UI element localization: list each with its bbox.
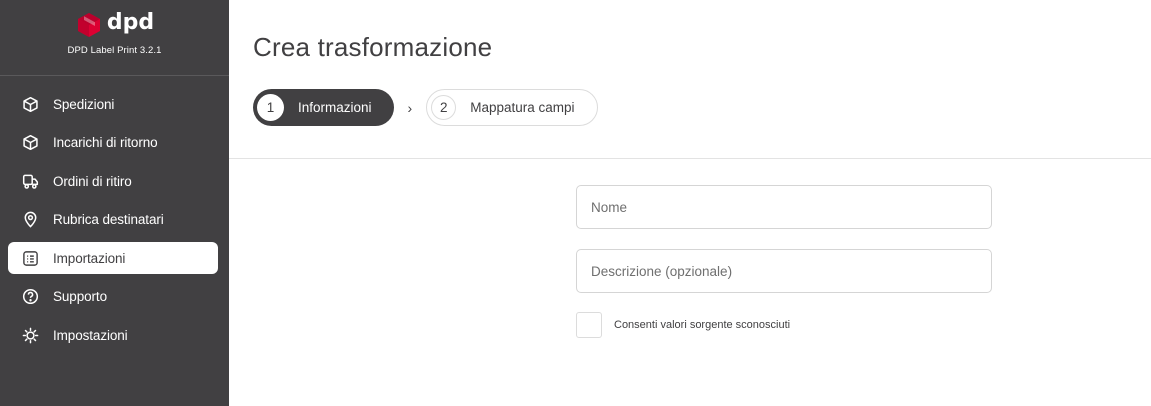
brand-header: dpd DPD Label Print 3.2.1 xyxy=(0,0,229,76)
app-version: DPD Label Print 3.2.1 xyxy=(67,45,162,56)
sidebar-item-label: Impostazioni xyxy=(53,327,128,343)
truck-icon xyxy=(22,173,39,190)
sidebar-nav: Spedizioni Incarichi di ritorno Ordini d… xyxy=(0,76,229,351)
step-number: 1 xyxy=(257,94,284,121)
sidebar-item-label: Importazioni xyxy=(53,250,126,266)
sidebar-item-importazioni[interactable]: Importazioni xyxy=(8,242,218,274)
name-input[interactable] xyxy=(591,199,991,215)
location-pin-icon xyxy=(22,211,39,228)
sidebar-item-supporto[interactable]: Supporto xyxy=(8,281,218,313)
transformation-form: Consenti valori sorgente sconosciuti xyxy=(576,185,992,338)
sidebar-item-label: Rubrica destinatari xyxy=(53,212,164,227)
page-title: Crea trasformazione xyxy=(253,32,493,62)
gear-icon xyxy=(22,327,39,344)
step-mappatura-campi[interactable]: 2 Mappatura campi xyxy=(426,89,598,126)
sidebar-item-ordini-di-ritiro[interactable]: Ordini di ritiro xyxy=(8,165,218,197)
description-input[interactable] xyxy=(591,263,991,279)
sidebar-item-spedizioni[interactable]: Spedizioni xyxy=(8,88,218,120)
description-field[interactable] xyxy=(576,249,992,293)
step-number: 2 xyxy=(431,95,457,120)
help-icon xyxy=(22,288,39,305)
main-content: Crea trasformazione 1 Informazioni › 2 M… xyxy=(229,0,1151,406)
stepper: 1 Informazioni › 2 Mappatura campi xyxy=(253,89,598,126)
sidebar-item-incarichi-di-ritorno[interactable]: Incarichi di ritorno xyxy=(8,127,218,159)
sidebar-item-label: Spedizioni xyxy=(53,96,115,112)
header-divider xyxy=(229,158,1151,159)
step-label: Mappatura campi xyxy=(470,100,575,115)
dpd-cube-icon xyxy=(77,13,100,37)
step-informazioni[interactable]: 1 Informazioni xyxy=(253,89,394,126)
app: dpd DPD Label Print 3.2.1 Spedizioni Inc… xyxy=(0,0,1151,406)
sidebar-item-label: Ordini di ritiro xyxy=(53,173,132,189)
checkbox-label: Consenti valori sorgente sconosciuti xyxy=(614,319,791,331)
sidebar-item-rubrica-destinatari[interactable]: Rubrica destinatari xyxy=(8,204,218,236)
chevron-right-icon: › xyxy=(407,99,413,116)
sidebar-item-impostazioni[interactable]: Impostazioni xyxy=(8,319,218,351)
name-field[interactable] xyxy=(576,185,992,229)
sidebar-item-label: Supporto xyxy=(53,289,107,304)
allow-unknown-values-checkbox[interactable] xyxy=(576,312,602,338)
dpd-logo[interactable]: dpd xyxy=(75,10,155,39)
sidebar: dpd DPD Label Print 3.2.1 Spedizioni Inc… xyxy=(0,0,229,406)
sidebar-item-label: Incarichi di ritorno xyxy=(53,135,158,150)
step-label: Informazioni xyxy=(298,100,372,115)
unknown-values-option: Consenti valori sorgente sconosciuti xyxy=(576,312,992,338)
logo-text: dpd xyxy=(106,10,155,35)
list-icon xyxy=(22,250,39,267)
box-icon xyxy=(22,96,39,113)
box-return-icon xyxy=(22,134,39,151)
